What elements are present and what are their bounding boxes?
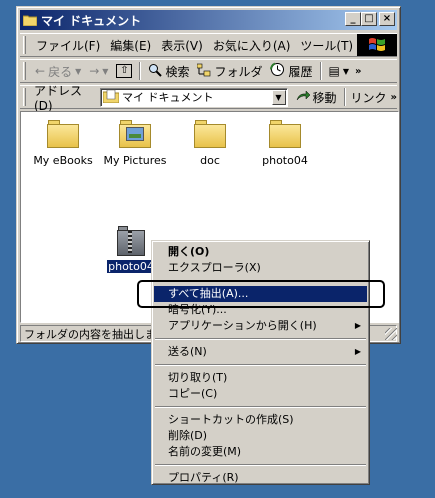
folder-icon: [269, 120, 301, 148]
submenu-arrow-icon: ▶: [354, 321, 361, 330]
file-item[interactable]: My Pictures: [99, 120, 171, 167]
standard-toolbar: ← 戻る ▼ → ▼ ⇧ 検索 フォルダ 履歴 ▤ ▼ »: [20, 59, 397, 83]
context-menu: 開く(O) エクスプローラ(X) すべて抽出(A)... 暗号化(Y)... ア…: [151, 240, 370, 485]
close-button[interactable]: ×: [379, 12, 395, 26]
windows-logo-icon: [357, 34, 397, 56]
go-label: 移動: [312, 90, 337, 105]
menu-bar: ファイル(F) 編集(E) 表示(V) お気に入り(A) ツール(T) »: [20, 33, 397, 57]
menu-item-properties[interactable]: プロパティ(R): [154, 470, 367, 486]
maximize-button[interactable]: □: [361, 12, 377, 26]
menu-item-label: 送る(N): [168, 345, 207, 358]
title-bar[interactable]: マイ ドキュメント _ □ ×: [20, 10, 397, 30]
status-text: フォルダの内容を抽出します: [24, 327, 167, 341]
chevron-down-icon: ▼: [342, 66, 349, 76]
menu-item-copy[interactable]: コピー(C): [154, 386, 367, 402]
toolbar-separator: [343, 88, 346, 106]
menu-edit[interactable]: 編集(E): [105, 37, 156, 54]
address-dropdown-button[interactable]: ▼: [271, 89, 286, 105]
menu-separator: [155, 464, 366, 466]
folders-button[interactable]: フォルダ: [193, 63, 266, 80]
menu-separator: [155, 280, 366, 282]
file-name: My eBooks: [33, 154, 93, 167]
menu-tools[interactable]: ツール(T): [295, 37, 358, 54]
history-button[interactable]: 履歴: [266, 62, 316, 80]
links-button[interactable]: リンク: [349, 89, 389, 106]
views-icon: ▤: [328, 64, 340, 78]
folder-icon: [47, 120, 79, 148]
views-button[interactable]: ▤ ▼: [325, 64, 354, 78]
folder-icon: [102, 89, 120, 106]
toolbar-more-chevron[interactable]: »: [355, 66, 361, 77]
address-bar: アドレス(D) マイ ドキュメント ▼ 移動 リンク »: [20, 84, 397, 113]
menu-favorites[interactable]: お気に入り(A): [208, 37, 296, 54]
folder-icon: [194, 120, 226, 148]
zip-folder-icon: [115, 226, 147, 256]
menu-item-label: アプリケーションから開く(H): [168, 319, 317, 332]
file-item[interactable]: photo04: [249, 120, 321, 167]
toolbar-grip[interactable]: [23, 62, 26, 80]
forward-button[interactable]: → ▼: [85, 64, 112, 78]
menu-item-extract-all[interactable]: すべて抽出(A)...: [154, 286, 367, 302]
file-name: photo04: [262, 154, 308, 167]
window-title: マイ ドキュメント: [41, 13, 142, 28]
menu-item-open-with[interactable]: アプリケーションから開く(H) ▶: [154, 318, 367, 334]
menu-file[interactable]: ファイル(F): [31, 37, 105, 54]
file-item[interactable]: My eBooks: [27, 120, 99, 167]
forward-arrow-icon: →: [89, 64, 100, 78]
menu-item-delete[interactable]: 削除(D): [154, 428, 367, 444]
address-value: マイ ドキュメント: [121, 91, 214, 104]
back-button[interactable]: ← 戻る ▼: [31, 63, 85, 80]
history-label: 履歴: [288, 64, 313, 79]
chevron-down-icon: ▼: [75, 66, 82, 76]
links-more-chevron[interactable]: »: [391, 92, 397, 103]
search-icon: [148, 63, 163, 80]
file-name: photo04: [106, 259, 156, 274]
go-arrow-icon: [296, 89, 310, 105]
up-folder-button[interactable]: ⇧: [112, 64, 136, 78]
folder-icon: [22, 14, 38, 27]
file-name: My Pictures: [103, 154, 167, 167]
menu-separator: [155, 364, 366, 366]
history-clock-icon: [270, 62, 285, 80]
menu-item-create-shortcut[interactable]: ショートカットの作成(S): [154, 412, 367, 428]
minimize-button[interactable]: _: [345, 12, 361, 26]
search-button[interactable]: 検索: [144, 63, 193, 80]
back-label: 戻る: [48, 64, 73, 79]
menu-view[interactable]: 表示(V): [156, 37, 208, 54]
toolbar-grip[interactable]: [23, 88, 26, 106]
address-input[interactable]: マイ ドキュメント ▼: [99, 87, 288, 107]
submenu-arrow-icon: ▶: [354, 347, 361, 356]
toolbar-separator: [139, 62, 142, 80]
toolbar-separator: [319, 62, 322, 80]
chevron-down-icon: ▼: [102, 66, 109, 76]
up-folder-icon: ⇧: [116, 64, 133, 78]
search-label: 検索: [165, 64, 190, 79]
menu-separator: [155, 406, 366, 408]
menu-item-send-to[interactable]: 送る(N) ▶: [154, 344, 367, 360]
menu-item-encrypt[interactable]: 暗号化(Y)...: [154, 302, 367, 318]
menu-item-cut[interactable]: 切り取り(T): [154, 370, 367, 386]
menu-item-rename[interactable]: 名前の変更(M): [154, 444, 367, 460]
go-button[interactable]: 移動: [292, 89, 341, 106]
toolbar-grip[interactable]: [23, 36, 26, 54]
file-name: doc: [200, 154, 220, 167]
menu-item-explore[interactable]: エクスプローラ(X): [154, 260, 367, 276]
pictures-folder-icon: [119, 120, 151, 148]
resize-grip[interactable]: [385, 328, 397, 340]
address-label: アドレス(D): [33, 83, 82, 113]
menu-separator: [155, 338, 366, 340]
folders-tree-icon: [197, 63, 211, 80]
back-arrow-icon: ←: [35, 64, 46, 78]
file-item[interactable]: doc: [174, 120, 246, 167]
menu-item-open[interactable]: 開く(O): [154, 244, 367, 260]
folders-label: フォルダ: [214, 64, 263, 79]
